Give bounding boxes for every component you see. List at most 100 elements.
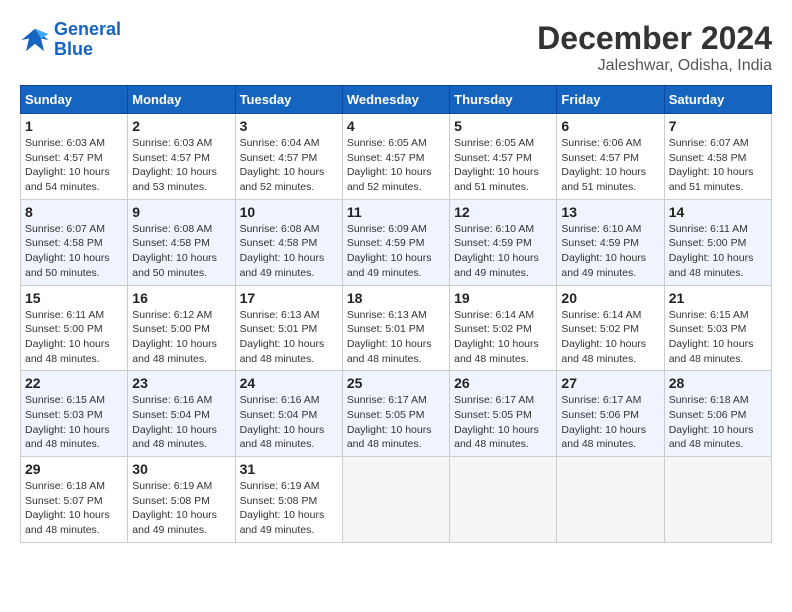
day-number: 24 xyxy=(240,375,338,391)
calendar-header: SundayMondayTuesdayWednesdayThursdayFrid… xyxy=(21,86,772,114)
day-info: Sunrise: 6:15 AMSunset: 5:03 PMDaylight:… xyxy=(25,393,123,452)
weekday-header-wednesday: Wednesday xyxy=(342,86,449,114)
day-number: 3 xyxy=(240,118,338,134)
day-info: Sunrise: 6:14 AMSunset: 5:02 PMDaylight:… xyxy=(561,308,659,367)
day-info: Sunrise: 6:13 AMSunset: 5:01 PMDaylight:… xyxy=(240,308,338,367)
day-number: 17 xyxy=(240,290,338,306)
header: General Blue December 2024 Jaleshwar, Od… xyxy=(20,20,772,75)
day-number: 10 xyxy=(240,204,338,220)
calendar-cell: 14 Sunrise: 6:11 AMSunset: 5:00 PMDayligh… xyxy=(664,199,771,285)
calendar-cell: 19Sunrise: 6:14 AMSunset: 5:02 PMDayligh… xyxy=(450,285,557,371)
day-info: Sunrise: 6:13 AMSunset: 5:01 PMDaylight:… xyxy=(347,308,445,367)
calendar-cell: 7 Sunrise: 6:07 AMSunset: 4:58 PMDaylight… xyxy=(664,114,771,200)
location-title: Jaleshwar, Odisha, India xyxy=(537,57,772,75)
calendar-cell: 18 Sunrise: 6:13 AMSunset: 5:01 PMDayligh… xyxy=(342,285,449,371)
calendar-cell: 26 Sunrise: 6:17 AMSunset: 5:05 PMDayligh… xyxy=(450,371,557,457)
calendar-cell: 23 Sunrise: 6:16 AMSunset: 5:04 PMDayligh… xyxy=(128,371,235,457)
calendar-cell: 4Sunrise: 6:05 AMSunset: 4:57 PMDaylight… xyxy=(342,114,449,200)
day-number: 26 xyxy=(454,375,552,391)
day-info: Sunrise: 6:17 AMSunset: 5:06 PMDaylight:… xyxy=(561,393,659,452)
weekday-header-monday: Monday xyxy=(128,86,235,114)
calendar-week-1: 1 Sunrise: 6:03 AMSunset: 4:57 PMDaylight… xyxy=(21,114,772,200)
day-number: 20 xyxy=(561,290,659,306)
day-info: Sunrise: 6:15 AMSunset: 5:03 PMDaylight:… xyxy=(669,308,767,367)
calendar-cell: 12 Sunrise: 6:10 AMSunset: 4:59 PMDayligh… xyxy=(450,199,557,285)
day-number: 27 xyxy=(561,375,659,391)
calendar-week-4: 22 Sunrise: 6:15 AMSunset: 5:03 PMDayligh… xyxy=(21,371,772,457)
day-info: Sunrise: 6:03 AMSunset: 4:57 PMDaylight:… xyxy=(132,136,230,195)
logo: General Blue xyxy=(20,20,121,60)
day-info: Sunrise: 6:19 AMSunset: 5:08 PMDaylight:… xyxy=(240,479,338,538)
calendar-cell: 17 Sunrise: 6:13 AMSunset: 5:01 PMDayligh… xyxy=(235,285,342,371)
calendar-cell: 20 Sunrise: 6:14 AMSunset: 5:02 PMDayligh… xyxy=(557,285,664,371)
day-number: 22 xyxy=(25,375,123,391)
day-number: 28 xyxy=(669,375,767,391)
day-info: Sunrise: 6:18 AMSunset: 5:07 PMDaylight:… xyxy=(25,479,123,538)
day-number: 18 xyxy=(347,290,445,306)
weekday-header-friday: Friday xyxy=(557,86,664,114)
calendar-cell: 29Sunrise: 6:18 AMSunset: 5:07 PMDayligh… xyxy=(21,457,128,543)
day-number: 19 xyxy=(454,290,552,306)
title-area: December 2024 Jaleshwar, Odisha, India xyxy=(537,20,772,75)
day-number: 21 xyxy=(669,290,767,306)
day-number: 8 xyxy=(25,204,123,220)
day-number: 16 xyxy=(132,290,230,306)
day-number: 30 xyxy=(132,461,230,477)
calendar: SundayMondayTuesdayWednesdayThursdayFrid… xyxy=(20,85,772,543)
weekday-row: SundayMondayTuesdayWednesdayThursdayFrid… xyxy=(21,86,772,114)
calendar-cell: 22 Sunrise: 6:15 AMSunset: 5:03 PMDayligh… xyxy=(21,371,128,457)
calendar-cell: 9 Sunrise: 6:08 AMSunset: 4:58 PMDaylight… xyxy=(128,199,235,285)
calendar-cell xyxy=(342,457,449,543)
day-info: Sunrise: 6:17 AMSunset: 5:05 PMDaylight:… xyxy=(454,393,552,452)
day-info: Sunrise: 6:16 AMSunset: 5:04 PMDaylight:… xyxy=(240,393,338,452)
calendar-week-2: 8Sunrise: 6:07 AMSunset: 4:58 PMDaylight… xyxy=(21,199,772,285)
day-info: Sunrise: 6:17 AMSunset: 5:05 PMDaylight:… xyxy=(347,393,445,452)
calendar-cell xyxy=(557,457,664,543)
day-number: 9 xyxy=(132,204,230,220)
calendar-cell: 1 Sunrise: 6:03 AMSunset: 4:57 PMDaylight… xyxy=(21,114,128,200)
calendar-cell: 6Sunrise: 6:06 AMSunset: 4:57 PMDaylight… xyxy=(557,114,664,200)
day-info: Sunrise: 6:12 AMSunset: 5:00 PMDaylight:… xyxy=(132,308,230,367)
day-info: Sunrise: 6:10 AMSunset: 4:59 PMDaylight:… xyxy=(454,222,552,281)
day-info: Sunrise: 6:19 AMSunset: 5:08 PMDaylight:… xyxy=(132,479,230,538)
calendar-cell: 15 Sunrise: 6:11 AMSunset: 5:00 PMDayligh… xyxy=(21,285,128,371)
day-info: Sunrise: 6:08 AMSunset: 4:58 PMDaylight:… xyxy=(240,222,338,281)
day-number: 23 xyxy=(132,375,230,391)
day-info: Sunrise: 6:11 AMSunset: 5:00 PMDaylight:… xyxy=(25,308,123,367)
logo-icon xyxy=(20,25,50,55)
day-info: Sunrise: 6:10 AMSunset: 4:59 PMDaylight:… xyxy=(561,222,659,281)
calendar-cell: 10 Sunrise: 6:08 AMSunset: 4:58 PMDayligh… xyxy=(235,199,342,285)
weekday-header-thursday: Thursday xyxy=(450,86,557,114)
calendar-cell: 21 Sunrise: 6:15 AMSunset: 5:03 PMDayligh… xyxy=(664,285,771,371)
month-title: December 2024 xyxy=(537,20,772,57)
day-info: Sunrise: 6:11 AMSunset: 5:00 PMDaylight:… xyxy=(669,222,767,281)
calendar-cell: 24 Sunrise: 6:16 AMSunset: 5:04 PMDayligh… xyxy=(235,371,342,457)
calendar-cell xyxy=(450,457,557,543)
calendar-cell: 31Sunrise: 6:19 AMSunset: 5:08 PMDayligh… xyxy=(235,457,342,543)
day-info: Sunrise: 6:09 AMSunset: 4:59 PMDaylight:… xyxy=(347,222,445,281)
logo-general: General xyxy=(54,19,121,39)
day-number: 11 xyxy=(347,204,445,220)
calendar-cell: 2Sunrise: 6:03 AMSunset: 4:57 PMDaylight… xyxy=(128,114,235,200)
day-number: 14 xyxy=(669,204,767,220)
calendar-cell: 13 Sunrise: 6:10 AMSunset: 4:59 PMDayligh… xyxy=(557,199,664,285)
day-info: Sunrise: 6:08 AMSunset: 4:58 PMDaylight:… xyxy=(132,222,230,281)
day-number: 7 xyxy=(669,118,767,134)
calendar-week-3: 15 Sunrise: 6:11 AMSunset: 5:00 PMDayligh… xyxy=(21,285,772,371)
day-number: 4 xyxy=(347,118,445,134)
calendar-cell: 5Sunrise: 6:05 AMSunset: 4:57 PMDaylight… xyxy=(450,114,557,200)
day-number: 25 xyxy=(347,375,445,391)
calendar-cell: 16 Sunrise: 6:12 AMSunset: 5:00 PMDayligh… xyxy=(128,285,235,371)
weekday-header-tuesday: Tuesday xyxy=(235,86,342,114)
day-number: 13 xyxy=(561,204,659,220)
day-info: Sunrise: 6:16 AMSunset: 5:04 PMDaylight:… xyxy=(132,393,230,452)
weekday-header-sunday: Sunday xyxy=(21,86,128,114)
day-number: 12 xyxy=(454,204,552,220)
day-info: Sunrise: 6:18 AMSunset: 5:06 PMDaylight:… xyxy=(669,393,767,452)
day-info: Sunrise: 6:07 AMSunset: 4:58 PMDaylight:… xyxy=(669,136,767,195)
day-info: Sunrise: 6:03 AMSunset: 4:57 PMDaylight:… xyxy=(25,136,123,195)
logo-text: General Blue xyxy=(54,20,121,60)
weekday-header-saturday: Saturday xyxy=(664,86,771,114)
day-number: 1 xyxy=(25,118,123,134)
day-number: 15 xyxy=(25,290,123,306)
